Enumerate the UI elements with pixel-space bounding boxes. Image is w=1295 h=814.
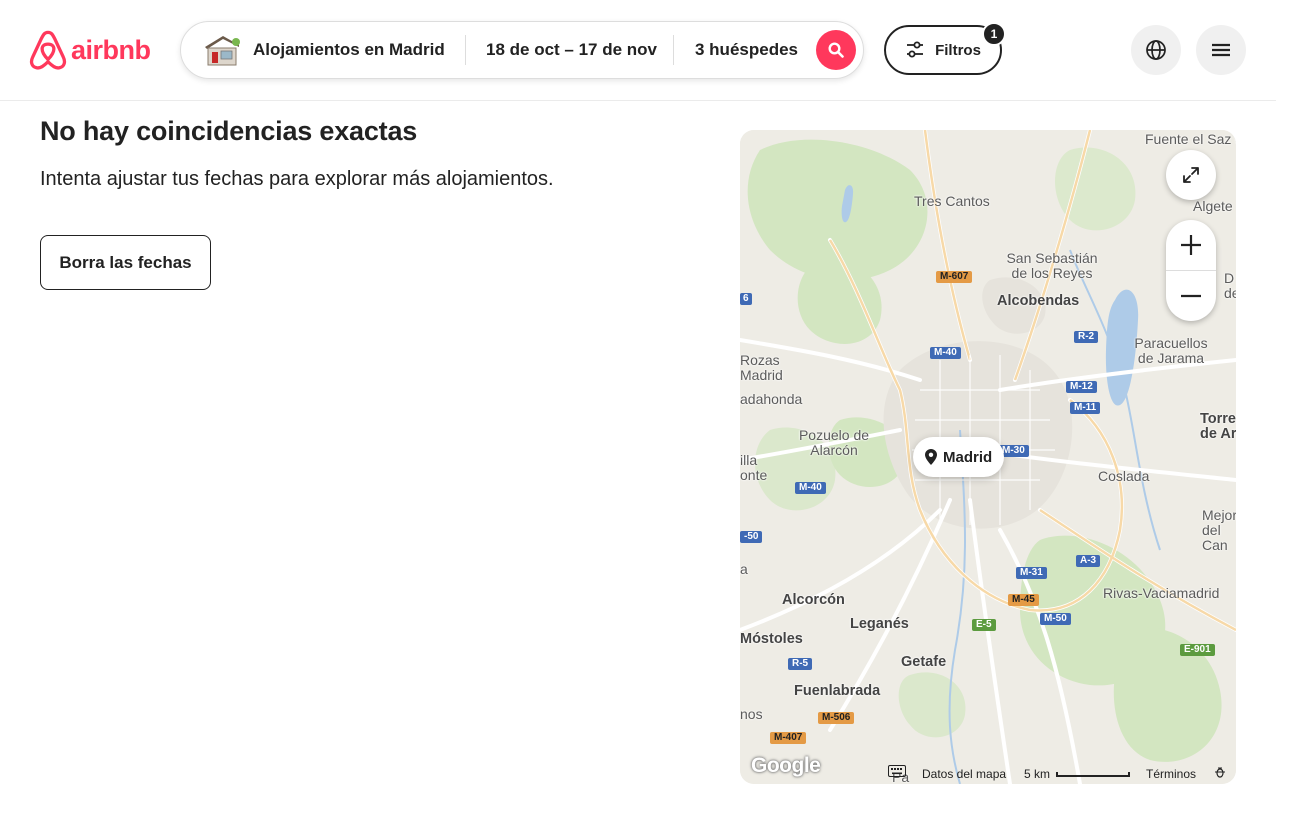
keyboard-icon [888, 765, 906, 777]
road-shield: A-3 [1076, 555, 1101, 567]
road-shield: M-31 [1016, 567, 1047, 579]
map-pin-icon [925, 449, 937, 465]
map-place-label: Alcobendas [997, 293, 1080, 309]
map-place-label: adahonda [740, 391, 803, 407]
search-icon [828, 42, 844, 58]
globe-icon [1146, 40, 1166, 60]
road-shield: E-5 [972, 619, 996, 631]
map-place-label: Pozuelo de Alarcón [798, 427, 870, 458]
map[interactable]: Fuente el Saz de Jarama Algete Tres Cant… [740, 130, 1236, 784]
filters-label: Filtros [935, 41, 981, 59]
search-button[interactable] [816, 30, 856, 70]
zoom-controls [1166, 220, 1216, 321]
search-bar: Alojamientos en Madrid 18 de oct – 17 de… [180, 21, 864, 79]
page-title: No hay coincidencias exactas [40, 116, 418, 146]
terms-link[interactable]: Términos [1146, 767, 1196, 781]
map-place-label: Mejora del Can [1202, 507, 1236, 553]
map-place-label: illa onte [740, 452, 768, 483]
keyboard-shortcuts-button[interactable] [888, 765, 906, 780]
road-shield: M-607 [936, 271, 973, 283]
road-shield: M-45 [1008, 594, 1039, 606]
location-text: Alojamientos en Madrid [253, 40, 445, 59]
language-button[interactable] [1131, 25, 1181, 75]
road-shield: M-40 [795, 482, 826, 494]
guests-text: 3 huéspedes [695, 40, 798, 59]
report-bug-button[interactable] [1214, 766, 1226, 781]
road-shield: M-407 [770, 732, 807, 744]
map-place-label: D de [1224, 270, 1236, 301]
road-shield: E-901 [1180, 644, 1215, 656]
map-place-label: Rivas-Vaciamadrid [1103, 585, 1220, 601]
road-shield: R-5 [788, 658, 813, 670]
dates-text: 18 de oct – 17 de nov [486, 40, 658, 59]
map-place-label: Coslada [1098, 468, 1150, 484]
map-footer: Datos del mapa 5 km Términos [740, 762, 1236, 784]
road-shield: M-11 [1070, 402, 1101, 414]
expand-icon [1183, 167, 1199, 183]
zoom-in-button[interactable] [1166, 221, 1216, 271]
map-place-label: Móstoles [740, 631, 803, 647]
map-place-label: Tres Cantos [914, 193, 990, 209]
bug-icon [1215, 767, 1225, 778]
road-shield: M-50 [1040, 613, 1071, 625]
brand-name: airbnb [71, 34, 151, 65]
road-shield: 6 [740, 293, 752, 305]
search-guests[interactable]: 3 huéspedes [674, 22, 816, 78]
map-place-label: nos [740, 706, 763, 722]
clear-dates-button[interactable]: Borra las fechas [40, 235, 211, 290]
sliders-icon [907, 41, 924, 58]
map-place-label: Fuenlabrada [794, 683, 881, 699]
scale-bar [1056, 772, 1130, 777]
map-place-label: San Sebastián de los Reyes [1006, 250, 1098, 281]
map-place-label: Leganés [850, 616, 909, 632]
search-dates[interactable]: 18 de oct – 17 de nov [466, 22, 673, 78]
airbnb-belo-icon [29, 30, 67, 70]
header: airbnb Alojamientos en Madrid 18 de oct … [0, 0, 1276, 101]
page-subtitle: Intenta ajustar tus fechas para explorar… [40, 168, 554, 190]
road-shield: R-2 [1074, 331, 1099, 343]
map-place-label: Paracuellos de Jarama [1134, 335, 1208, 366]
map-place-label: Rozas Madrid [740, 352, 783, 383]
airbnb-logo[interactable]: airbnb [29, 30, 151, 70]
map-place-label: Getafe [901, 654, 947, 670]
map-place-label: a [740, 561, 748, 577]
filters-count-badge: 1 [982, 22, 1006, 46]
road-shield: M-506 [818, 712, 855, 724]
road-shield: M-12 [1066, 381, 1097, 393]
map-data-link[interactable]: Datos del mapa [922, 767, 1006, 781]
road-shield: M-40 [930, 347, 961, 359]
menu-button[interactable] [1196, 25, 1246, 75]
map-place-label: Fuente el Saz de Jarama [1145, 131, 1236, 147]
pin-label-text: Madrid [943, 448, 993, 466]
minus-icon [1181, 294, 1201, 297]
search-location[interactable]: Alojamientos en Madrid [181, 22, 465, 78]
map-place-label: Algete [1193, 198, 1233, 214]
location-pin[interactable]: Madrid [913, 437, 1005, 477]
zoom-out-button[interactable] [1166, 271, 1216, 321]
scale-label: 5 km [1024, 767, 1051, 781]
map-place-label: Torre de Ar [1200, 411, 1236, 442]
plus-icon [1181, 235, 1201, 255]
house-icon [205, 36, 240, 66]
fullscreen-button[interactable] [1166, 150, 1216, 200]
hamburger-icon [1212, 43, 1230, 57]
road-shield: -50 [740, 531, 763, 543]
map-place-label: Alcorcón [782, 592, 845, 608]
